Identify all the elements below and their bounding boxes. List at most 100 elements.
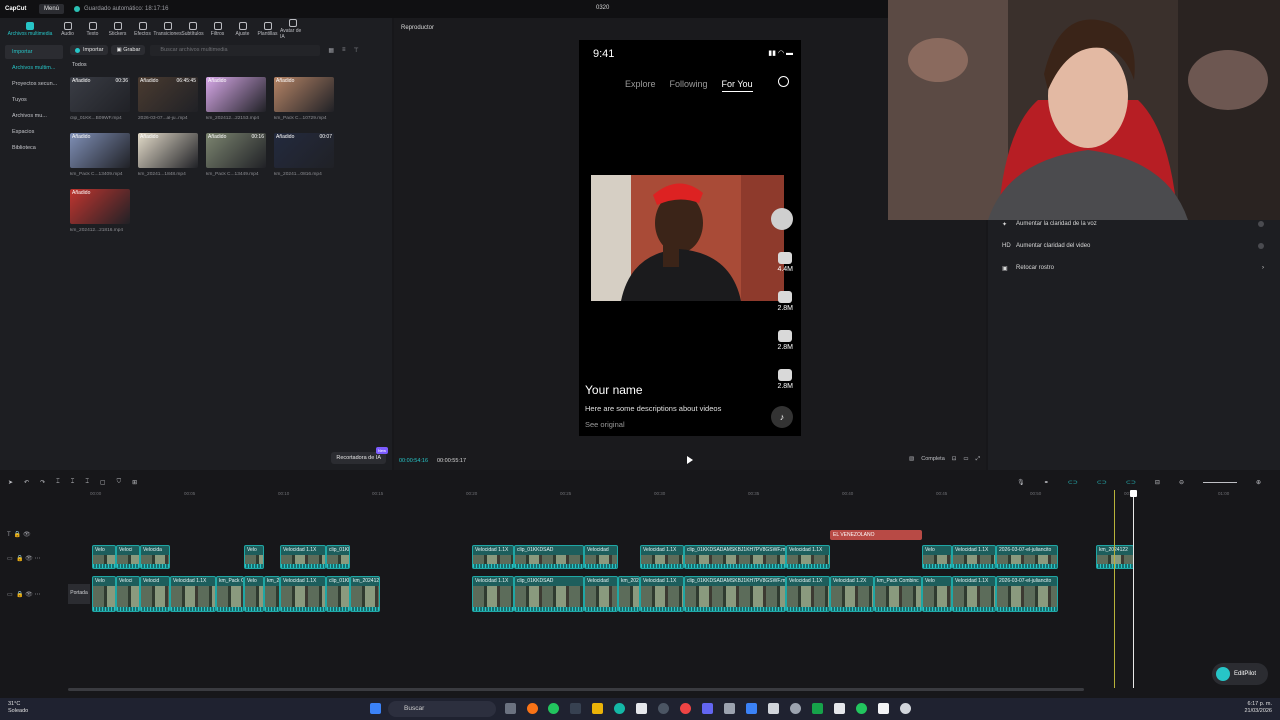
discord-icon[interactable]: [702, 703, 713, 714]
zoom-in-icon[interactable]: ⊕: [1256, 479, 1261, 486]
tool-adjust[interactable]: Ajuste: [230, 18, 255, 40]
app-icon-3[interactable]: [768, 703, 779, 714]
timeline-clip[interactable]: Velocidad 1.1X: [280, 576, 326, 612]
sidebar-item-library[interactable]: Biblioteca: [5, 141, 63, 155]
app-icon-4[interactable]: [790, 703, 801, 714]
app-icon-6[interactable]: [900, 703, 911, 714]
timeline-clip[interactable]: Velo: [92, 545, 116, 569]
sidebar-item-subprojects[interactable]: Proyectos secun...: [5, 77, 63, 91]
timeline-clip[interactable]: Veloci: [116, 545, 140, 569]
obs-icon[interactable]: [658, 703, 669, 714]
media-search-input[interactable]: Buscar archivos multimedia: [150, 44, 321, 56]
chrome-icon[interactable]: [680, 703, 691, 714]
timeline-clip[interactable]: clip_01KKI: [326, 545, 350, 569]
media-thumbnail[interactable]: Añadido km_Pack C...10729.mp4: [274, 77, 334, 121]
crop-tool-icon[interactable]: ⊞: [132, 479, 137, 486]
tool-templates[interactable]: Plantillas: [255, 18, 280, 40]
video-clarity-toggle[interactable]: [1258, 243, 1264, 249]
preview-axis-icon[interactable]: ⊂⊃: [1126, 479, 1136, 486]
retouch-face-row[interactable]: ▣ Retocar rostro ›: [1002, 261, 1264, 275]
preview-canvas[interactable]: 9:41 ▮▮ ◠ ▬ Explore Following For You 4.…: [579, 40, 801, 436]
whatsapp-icon[interactable]: [856, 703, 867, 714]
timeline-clip[interactable]: clip_01KKDSADAMSKBJ1KH7PV8GSWF.mp: [684, 545, 786, 569]
task-view-icon[interactable]: [505, 703, 516, 714]
spotify-icon[interactable]: [548, 703, 559, 714]
timeline-clip[interactable]: Velo: [244, 545, 264, 569]
timeline-clip[interactable]: km_Pack C: [216, 576, 244, 612]
excel-icon[interactable]: [812, 703, 823, 714]
magnet-icon[interactable]: ⊂⊃: [1068, 479, 1078, 486]
timeline-ruler[interactable]: 00:00 00:05 00:10 00:15 00:20 00:25 00:30 00:35…: [68, 490, 1280, 500]
media-thumbnail[interactable]: Añadido 06:45:45 2026-03-07...al-ju..mp4: [138, 77, 198, 121]
timeline-clip[interactable]: 2026-03-07-el-juliancito: [996, 545, 1058, 569]
zoom-slider[interactable]: [1202, 482, 1237, 483]
browser-icon[interactable]: [527, 703, 538, 714]
folder-icon[interactable]: [592, 703, 603, 714]
snapshot-icon[interactable]: ▧: [909, 456, 914, 463]
timeline-clip[interactable]: clip_01KKI: [326, 576, 350, 612]
tool-filters[interactable]: Filtros: [205, 18, 230, 40]
quality-icon[interactable]: ▭: [963, 456, 968, 463]
app-icon[interactable]: [570, 703, 581, 714]
timeline-clip[interactable]: Velocid: [140, 576, 170, 612]
app-icon-2[interactable]: [724, 703, 735, 714]
shield-icon[interactable]: ⛉: [117, 479, 122, 486]
record-button[interactable]: ▣ Grabar: [111, 45, 146, 55]
menu-button[interactable]: Menú: [39, 4, 65, 14]
weather-widget[interactable]: 31°C Soleado: [8, 701, 28, 715]
tool-audio[interactable]: Audio: [55, 18, 80, 40]
media-thumbnail[interactable]: Añadido km_20241...1848.mp4: [138, 133, 198, 177]
timeline-clip[interactable]: Velocidad 1.1X: [472, 545, 514, 569]
fit-icon[interactable]: ⊟: [1155, 479, 1160, 486]
timeline-clip[interactable]: Velocidad 1.1X: [472, 576, 514, 612]
timeline-clip[interactable]: Velo: [922, 576, 952, 612]
system-clock[interactable]: 6:17 p. m. 21/03/2026: [1244, 701, 1272, 715]
timeline-clip[interactable]: Velocidad: [584, 576, 618, 612]
timeline-clip[interactable]: Velocidad 1.1X: [640, 576, 684, 612]
taskbar-search[interactable]: Buscar: [388, 701, 496, 717]
tool-subtitles[interactable]: Subtítulos: [180, 18, 205, 40]
grid-view-icon[interactable]: ▦: [328, 47, 334, 54]
video-clarity-row[interactable]: HD Aumentar claridad del video: [1002, 239, 1264, 253]
link-clips-icon[interactable]: ⊂⊃: [1097, 479, 1107, 486]
sidebar-item-yours[interactable]: Tuyos: [5, 93, 63, 107]
timeline-clip[interactable]: km_2024122: [1096, 545, 1134, 569]
filter-icon[interactable]: ⊤: [354, 47, 359, 54]
play-button[interactable]: [687, 456, 693, 464]
split-left-icon[interactable]: ⌶: [71, 479, 75, 486]
playhead[interactable]: [1133, 490, 1134, 688]
timeline-clip[interactable]: km_202: [618, 576, 640, 612]
text-track-header[interactable]: T 🔒 👁: [7, 531, 31, 538]
overlay-track-header[interactable]: ▭ 🔒 👁 ⋯: [7, 555, 40, 562]
playhead-handle[interactable]: [1130, 490, 1137, 497]
cover-button[interactable]: Portada: [68, 584, 90, 604]
app-icon-5[interactable]: [834, 703, 845, 714]
redo-icon[interactable]: ↷: [40, 479, 45, 486]
media-thumbnail[interactable]: Añadido km_202412...21816.mp4: [70, 189, 130, 233]
timeline-clip[interactable]: km_Pack Combinc: [874, 576, 922, 612]
sidebar-item-media-files[interactable]: Archivos mu...: [5, 109, 63, 123]
windows-start-icon[interactable]: [370, 703, 381, 714]
media-thumbnail[interactable]: Añadido km_202412...22153.mp4: [206, 77, 266, 121]
sidebar-item-import[interactable]: Importar: [5, 45, 63, 59]
split-right-icon[interactable]: ⌶: [85, 479, 89, 486]
timeline-clip[interactable]: Velocidad 1.2X: [830, 576, 874, 612]
timeline-clip[interactable]: Veloci: [116, 576, 140, 612]
delete-icon[interactable]: ▢: [100, 479, 106, 486]
link-icon[interactable]: ⚭: [1044, 479, 1049, 486]
timeline-clip[interactable]: Velo: [92, 576, 116, 612]
voice-clarity-toggle[interactable]: [1258, 221, 1264, 227]
tool-transitions[interactable]: Transiciones: [153, 18, 182, 40]
select-tool-icon[interactable]: ➤: [8, 479, 13, 486]
tool-ai-avatar[interactable]: Avatar de IA: [280, 18, 305, 40]
timeline-clip[interactable]: Velocidad 1.1X: [640, 545, 684, 569]
timeline-clip[interactable]: Velocidad 1.1X: [952, 545, 996, 569]
photos-icon[interactable]: [746, 703, 757, 714]
media-thumbnail[interactable]: Añadido 00:16 km_Pack C...13449.mp4: [206, 133, 266, 177]
capcut-icon[interactable]: [878, 703, 889, 714]
timeline-clip[interactable]: Velo: [244, 576, 264, 612]
zoom-out-icon[interactable]: ⊖: [1179, 479, 1184, 486]
timeline-clip[interactable]: km_202412: [350, 576, 380, 612]
text-clip[interactable]: EL VENEZOLANO: [830, 530, 922, 540]
main-track-header[interactable]: ▭ 🔒 👁 ⋯: [7, 591, 40, 598]
